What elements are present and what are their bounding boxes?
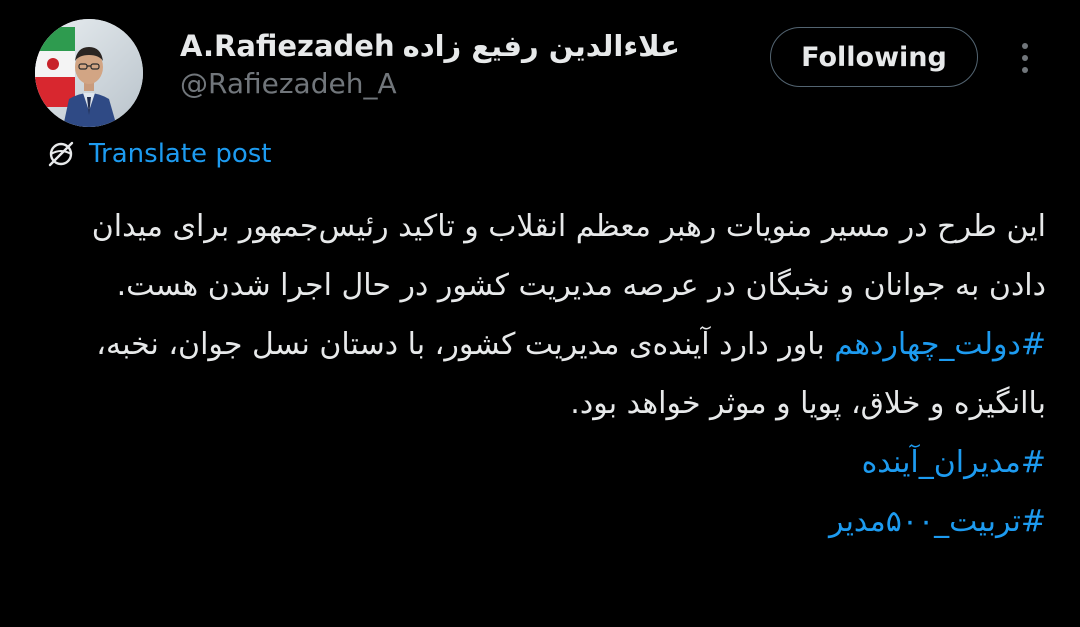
- more-dot: [1022, 43, 1028, 49]
- hashtag-link[interactable]: #دولت_چهاردهم: [834, 327, 1046, 362]
- avatar-photo: [35, 19, 143, 127]
- post-paragraph-with-hashtag: #دولت_چهاردهم باور دارد آینده‌ی مدیریت ک…: [46, 315, 1046, 433]
- translate-globe-icon: [48, 141, 74, 167]
- more-dot: [1022, 67, 1028, 73]
- translate-post-label: Translate post: [89, 139, 272, 169]
- more-icon[interactable]: [1010, 36, 1040, 80]
- hashtag-link[interactable]: #تربیت_۵۰۰مدیر: [829, 504, 1046, 539]
- author-display-name[interactable]: A.Rafiezadeh علاءالدین رفیع زاده: [180, 28, 680, 64]
- hashtag-line: #تربیت_۵۰۰مدیر: [46, 492, 1046, 551]
- translate-post-link[interactable]: Translate post: [45, 138, 271, 170]
- hashtag-line: #مدیران_آینده: [46, 433, 1046, 492]
- avatar[interactable]: [35, 19, 143, 127]
- hashtag-link[interactable]: #مدیران_آینده: [862, 445, 1046, 480]
- post-body: این طرح در مسیر منویات رهبر معظم انقلاب …: [46, 197, 1046, 551]
- more-dot: [1022, 55, 1028, 61]
- following-button[interactable]: Following: [770, 27, 978, 87]
- display-name-latin: A.Rafiezadeh: [180, 29, 395, 63]
- author-handle[interactable]: @Rafiezadeh_A: [180, 67, 680, 101]
- author-header[interactable]: A.Rafiezadeh علاءالدین رفیع زاده @Rafieza…: [180, 28, 680, 101]
- display-name-persian: علاءالدین رفیع زاده: [402, 29, 680, 63]
- post-paragraph: این طرح در مسیر منویات رهبر معظم انقلاب …: [91, 209, 1046, 303]
